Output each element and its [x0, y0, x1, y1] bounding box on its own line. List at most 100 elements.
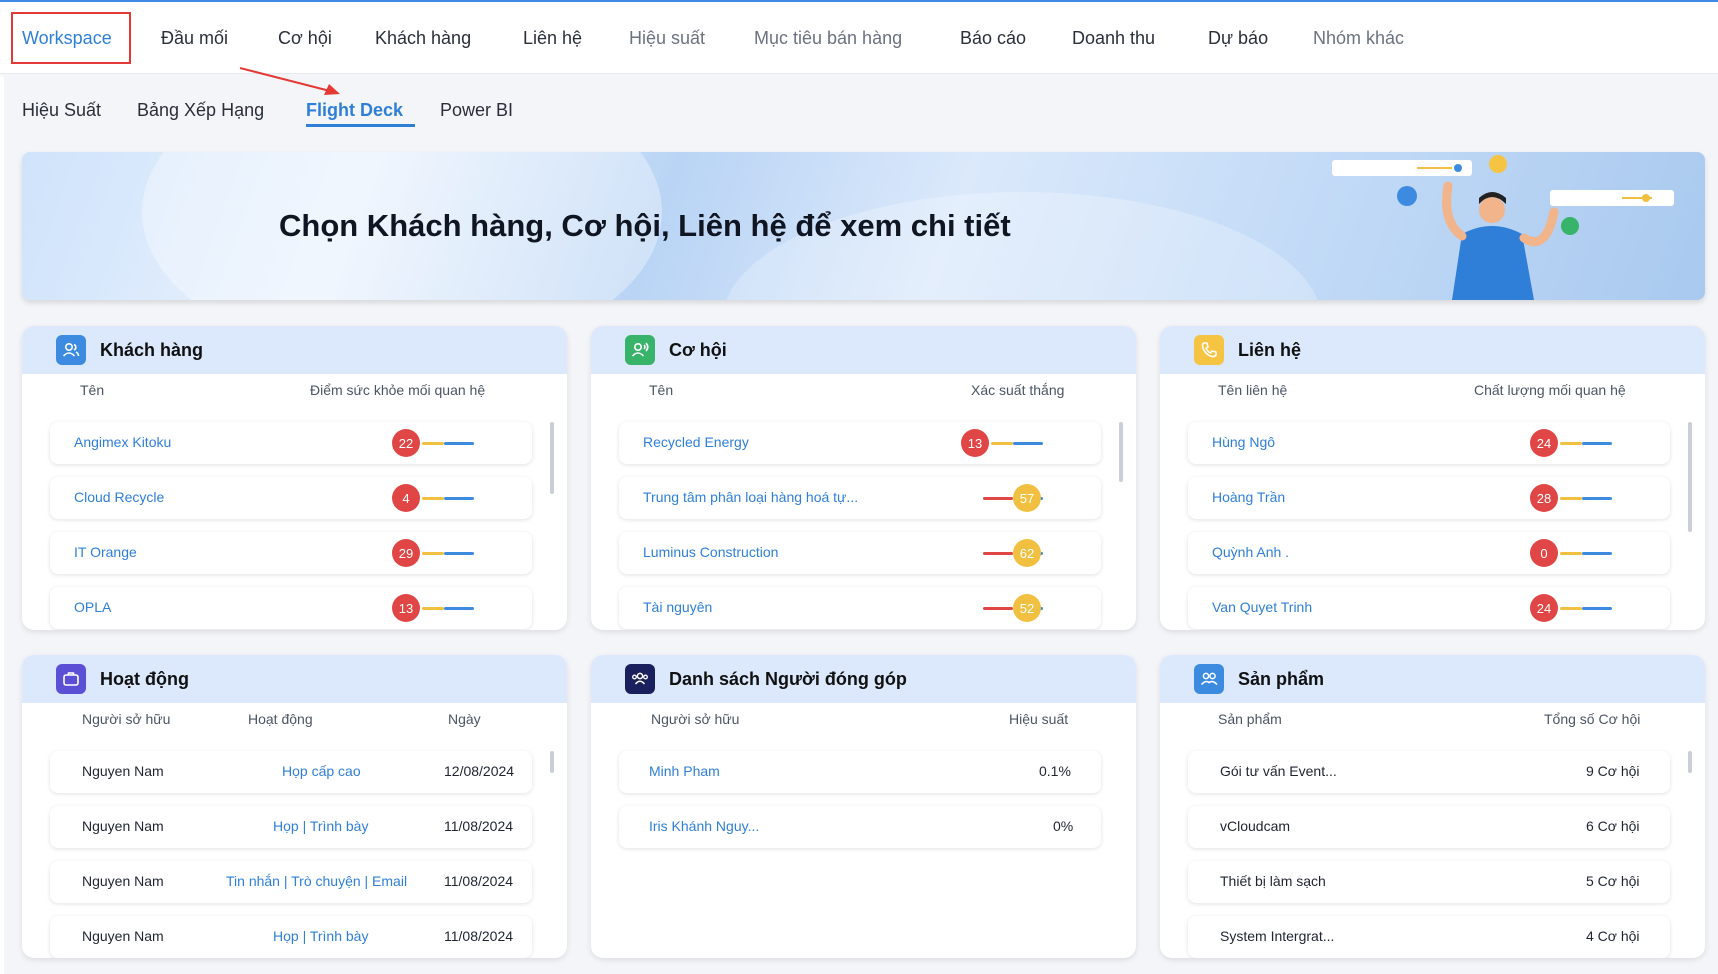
- card-title: Danh sách Người đóng góp: [669, 669, 907, 689]
- col-product: Sản phẩm: [1218, 711, 1282, 727]
- team-icon: [625, 664, 655, 694]
- nav-reports[interactable]: Báo cáo: [960, 28, 1026, 49]
- list-item[interactable]: Hoàng Trần 28: [1188, 477, 1670, 519]
- scrollbar[interactable]: [550, 751, 554, 773]
- tab-performance[interactable]: Hiệu Suất: [22, 100, 101, 121]
- score-badge: 52: [1013, 594, 1041, 622]
- briefcase-icon: [56, 664, 86, 694]
- customer-name[interactable]: Angimex Kitoku: [74, 434, 171, 450]
- customer-name[interactable]: Cloud Recycle: [74, 489, 164, 505]
- scrollbar[interactable]: [550, 422, 554, 494]
- table-row[interactable]: vCloudcam 6 Cơ hội: [1188, 806, 1670, 848]
- contributors-card: Danh sách Người đóng góp Người sở hữu Hi…: [591, 655, 1136, 958]
- activity-type[interactable]: Họp | Trình bày: [273, 818, 368, 834]
- table-row[interactable]: Minh Pham 0.1%: [619, 751, 1101, 793]
- card-header: Danh sách Người đóng góp: [591, 655, 1136, 703]
- users-icon: [56, 335, 86, 365]
- score-bar-blue: [444, 607, 474, 610]
- list-item[interactable]: Trung tâm phân loại hàng hoá tự... 57: [619, 477, 1101, 519]
- tab-leaderboard[interactable]: Bảng Xếp Hạng: [137, 100, 264, 121]
- nav-customers[interactable]: Khách hàng: [375, 28, 471, 49]
- score-bar-blue: [444, 442, 474, 445]
- score-bar-blue: [1582, 442, 1612, 445]
- score-bar-blue: [1013, 442, 1043, 445]
- score-bar-blue: [1582, 497, 1612, 500]
- list-item[interactable]: IT Orange 29: [50, 532, 532, 574]
- list-item[interactable]: Van Quyet Trinh 24: [1188, 587, 1670, 629]
- nav-performance[interactable]: Hiệu suất: [629, 28, 705, 49]
- list-item[interactable]: Recycled Energy 13: [619, 422, 1101, 464]
- list-item[interactable]: Cloud Recycle 4: [50, 477, 532, 519]
- activity-owner: Nguyen Nam: [82, 873, 164, 889]
- list-item[interactable]: Quỳnh Anh . 0: [1188, 532, 1670, 574]
- column-headers: Tên Xác suất thắng: [591, 374, 1136, 406]
- contact-name[interactable]: Hùng Ngô: [1212, 434, 1275, 450]
- nav-forecast[interactable]: Dự báo: [1208, 28, 1268, 49]
- score-badge: 57: [1013, 484, 1041, 512]
- score-bar-red: [983, 497, 1013, 500]
- nav-opportunities[interactable]: Cơ hội: [278, 28, 332, 49]
- tab-flight-deck[interactable]: Flight Deck: [306, 100, 403, 121]
- scrollbar[interactable]: [1688, 751, 1692, 773]
- score-bar-yellow: [1560, 552, 1582, 555]
- table-row[interactable]: Iris Khánh Nguy... 0%: [619, 806, 1101, 848]
- opportunity-name[interactable]: Trung tâm phân loại hàng hoá tự...: [643, 489, 858, 505]
- contributor-name[interactable]: Minh Pham: [649, 763, 720, 779]
- product-icon: [1194, 664, 1224, 694]
- column-headers: Tên Điểm sức khỏe mối quan hệ: [22, 374, 567, 406]
- table-row[interactable]: Nguyen Nam Họp | Trình bày 11/08/2024: [50, 916, 532, 958]
- score-bar-yellow: [422, 497, 444, 500]
- banner: Chọn Khách hàng, Cơ hội, Liên hệ để xem …: [22, 152, 1705, 300]
- product-name: System Intergrat...: [1220, 928, 1335, 944]
- list-item[interactable]: Tài nguyên 52: [619, 587, 1101, 629]
- contact-name[interactable]: Quỳnh Anh .: [1212, 544, 1289, 560]
- opportunity-name[interactable]: Recycled Energy: [643, 434, 749, 450]
- scrollbar[interactable]: [1688, 422, 1692, 532]
- activity-owner: Nguyen Nam: [82, 763, 164, 779]
- list-item[interactable]: Hùng Ngô 24: [1188, 422, 1670, 464]
- product-opportunity-count: 6 Cơ hội: [1586, 818, 1640, 834]
- customer-name[interactable]: IT Orange: [74, 544, 137, 560]
- top-navigation: Workspace Đầu mối Cơ hội Khách hàng Liên…: [0, 0, 1718, 74]
- banner-title: Chọn Khách hàng, Cơ hội, Liên hệ để xem …: [279, 208, 1011, 243]
- column-headers: Tên liên hệ Chất lượng mối quan hệ: [1160, 374, 1705, 406]
- contact-name[interactable]: Hoàng Trần: [1212, 489, 1285, 505]
- card-title: Khách hàng: [100, 340, 204, 360]
- nav-revenue[interactable]: Doanh thu: [1072, 28, 1155, 49]
- list-item[interactable]: Luminus Construction 62: [619, 532, 1101, 574]
- opportunity-name[interactable]: Tài nguyên: [643, 599, 712, 615]
- opportunity-name[interactable]: Luminus Construction: [643, 544, 778, 560]
- nav-leads[interactable]: Đầu mối: [161, 28, 228, 49]
- nav-sales-targets[interactable]: Mục tiêu bán hàng: [754, 28, 902, 49]
- contributor-name[interactable]: Iris Khánh Nguy...: [649, 818, 759, 834]
- col-total-opportunities: Tổng số Cơ hội: [1544, 711, 1641, 727]
- score-badge: 0: [1530, 539, 1558, 567]
- card-header: Sản phẩm: [1160, 655, 1705, 703]
- list-item[interactable]: Angimex Kitoku 22: [50, 422, 532, 464]
- scrollbar[interactable]: [1119, 422, 1123, 482]
- product-opportunity-count: 5 Cơ hội: [1586, 873, 1640, 889]
- table-row[interactable]: Gói tư vấn Event... 9 Cơ hội: [1188, 751, 1670, 793]
- table-row[interactable]: Nguyen Nam Họp cấp cao 12/08/2024: [50, 751, 532, 793]
- activity-type[interactable]: Tin nhắn | Trò chuyện | Email: [226, 873, 407, 889]
- contact-name[interactable]: Van Quyet Trinh: [1212, 599, 1312, 615]
- score-badge: 28: [1530, 484, 1558, 512]
- score-bar-blue: [1582, 607, 1612, 610]
- customer-name[interactable]: OPLA: [74, 599, 111, 615]
- table-row[interactable]: System Intergrat... 4 Cơ hội: [1188, 916, 1670, 958]
- activity-date: 11/08/2024: [444, 818, 514, 834]
- list-item[interactable]: OPLA 13: [50, 587, 532, 629]
- score-badge: 62: [1013, 539, 1041, 567]
- nav-other-groups[interactable]: Nhóm khác: [1313, 28, 1404, 49]
- score-badge: 13: [392, 594, 420, 622]
- table-row[interactable]: Thiết bị làm sạch 5 Cơ hội: [1188, 861, 1670, 903]
- activity-type[interactable]: Họp | Trình bày: [273, 928, 368, 944]
- products-card: Sản phẩm Sản phẩm Tổng số Cơ hội Gói tư …: [1160, 655, 1705, 958]
- table-row[interactable]: Nguyen Nam Tin nhắn | Trò chuyện | Email…: [50, 861, 532, 903]
- table-row[interactable]: Nguyen Nam Họp | Trình bày 11/08/2024: [50, 806, 532, 848]
- nav-contacts[interactable]: Liên hệ: [523, 28, 582, 49]
- opportunity-icon: [625, 335, 655, 365]
- tab-power-bi[interactable]: Power BI: [440, 100, 513, 121]
- activity-type[interactable]: Họp cấp cao: [282, 763, 361, 779]
- activity-owner: Nguyen Nam: [82, 928, 164, 944]
